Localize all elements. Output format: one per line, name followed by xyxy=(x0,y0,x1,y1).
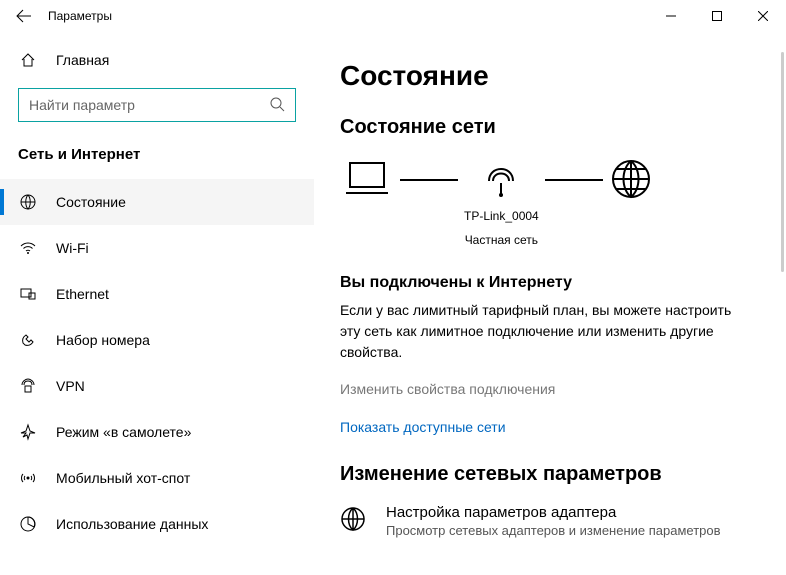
adapter-text: Настройка параметров адаптера Просмотр с… xyxy=(386,504,721,538)
adapter-globe-icon xyxy=(340,506,372,535)
diagram-line xyxy=(400,179,458,181)
link-change-props[interactable]: Изменить свойства подключения xyxy=(340,381,760,397)
sidebar: Главная Сеть и Интернет Состояние Wi-Fi … xyxy=(0,32,314,575)
maximize-icon xyxy=(712,11,722,21)
close-icon xyxy=(758,11,768,21)
sidebar-home[interactable]: Главная xyxy=(0,40,314,80)
home-icon xyxy=(18,52,38,68)
hotspot-icon xyxy=(18,469,38,487)
scrollbar[interactable] xyxy=(781,52,784,272)
adapter-sub: Просмотр сетевых адаптеров и изменение п… xyxy=(386,523,721,538)
adapter-settings-row[interactable]: Настройка параметров адаптера Просмотр с… xyxy=(340,504,760,538)
search-wrap xyxy=(0,80,314,138)
titlebar: Параметры xyxy=(0,0,786,32)
container: Главная Сеть и Интернет Состояние Wi-Fi … xyxy=(0,32,786,575)
laptop-icon xyxy=(340,157,394,201)
nav-item-label: Ethernet xyxy=(56,286,109,302)
adapter-title: Настройка параметров адаптера xyxy=(386,504,721,521)
nav-item-label: Wi-Fi xyxy=(56,240,89,256)
maximize-button[interactable] xyxy=(694,0,740,32)
nav-item-hotspot[interactable]: Мобильный хот-спот xyxy=(0,455,314,501)
nav-item-wifi[interactable]: Wi-Fi xyxy=(0,225,314,271)
back-button[interactable] xyxy=(0,0,48,32)
diagram-ssid: TP-Link_0004 xyxy=(464,209,539,225)
content: Состояние Состояние сети TP-Link_0004 Ча… xyxy=(314,32,786,575)
sidebar-category: Сеть и Интернет xyxy=(0,138,314,179)
nav-item-label: Режим «в самолете» xyxy=(56,424,191,440)
diagram-router: TP-Link_0004 Частная сеть xyxy=(464,157,539,248)
diagram-globe xyxy=(609,157,653,201)
nav-item-ethernet[interactable]: Ethernet xyxy=(0,271,314,317)
network-diagram: TP-Link_0004 Частная сеть xyxy=(340,157,760,248)
nav-item-label: Набор номера xyxy=(56,332,150,348)
search-box[interactable] xyxy=(18,88,296,122)
wifi-icon xyxy=(18,239,38,257)
arrow-left-icon xyxy=(16,8,32,24)
search-icon xyxy=(269,96,285,115)
page-title: Состояние xyxy=(340,60,760,92)
diagram-pc xyxy=(340,157,394,201)
nav-item-dialup[interactable]: Набор номера xyxy=(0,317,314,363)
nav-item-label: Использование данных xyxy=(56,516,208,532)
connected-desc: Если у вас лимитный тарифный план, вы мо… xyxy=(340,300,740,363)
window-title: Параметры xyxy=(48,9,112,23)
diagram-line xyxy=(545,179,603,181)
nav-item-vpn[interactable]: VPN xyxy=(0,363,314,409)
close-button[interactable] xyxy=(740,0,786,32)
nav-item-status[interactable]: Состояние xyxy=(0,179,314,225)
connected-title: Вы подключены к Интернету xyxy=(340,274,760,292)
airplane-icon xyxy=(18,423,38,441)
minimize-icon xyxy=(666,11,676,21)
nav-item-label: VPN xyxy=(56,378,85,394)
nav-item-airplane[interactable]: Режим «в самолете» xyxy=(0,409,314,455)
search-input[interactable] xyxy=(29,97,269,113)
dialup-icon xyxy=(18,331,38,349)
wifi-large-icon xyxy=(479,157,523,201)
globe-icon xyxy=(609,157,653,201)
status-icon xyxy=(18,193,38,211)
section-title-change: Изменение сетевых параметров xyxy=(340,463,760,486)
titlebar-left: Параметры xyxy=(0,0,112,32)
ethernet-icon xyxy=(18,285,38,303)
vpn-icon xyxy=(18,377,38,395)
nav-item-datausage[interactable]: Использование данных xyxy=(0,501,314,547)
diagram-nettype: Частная сеть xyxy=(465,233,538,249)
minimize-button[interactable] xyxy=(648,0,694,32)
link-show-networks[interactable]: Показать доступные сети xyxy=(340,419,760,435)
sidebar-home-label: Главная xyxy=(56,52,109,68)
window-controls xyxy=(648,0,786,32)
datausage-icon xyxy=(18,515,38,533)
nav-item-label: Состояние xyxy=(56,194,126,210)
nav-list: Состояние Wi-Fi Ethernet Набор номера VP… xyxy=(0,179,314,547)
nav-item-label: Мобильный хот-спот xyxy=(56,470,190,486)
section-title-status: Состояние сети xyxy=(340,116,760,139)
